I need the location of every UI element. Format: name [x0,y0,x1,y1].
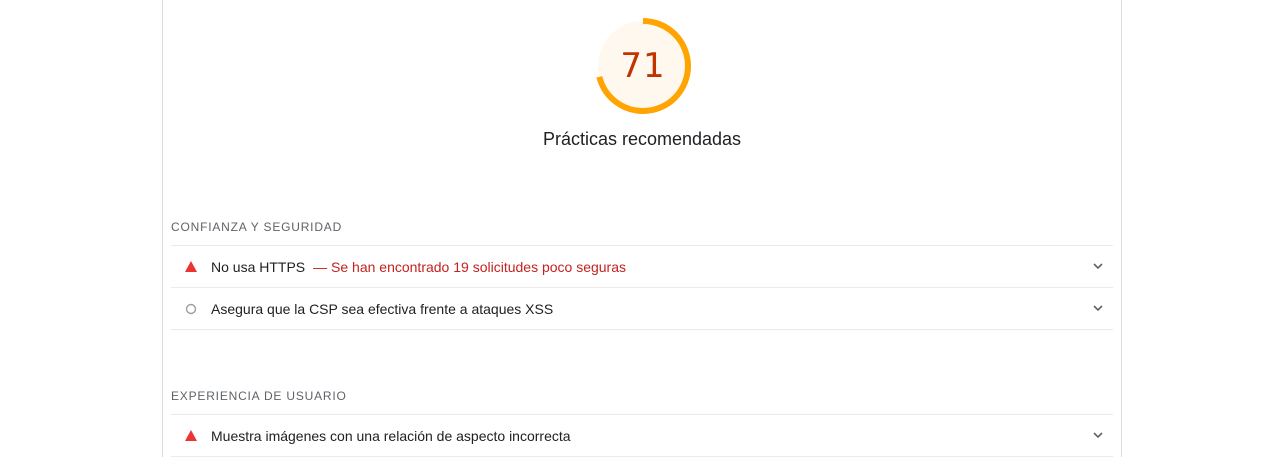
audit-list-trust-safety: No usa HTTPS — Se han encontrado 19 soli… [171,245,1113,330]
audit-display-value: — Se han encontrado 19 solicitudes poco … [313,258,627,275]
fail-triangle-icon [171,246,211,287]
best-practices-panel: 71 Prácticas recomendadas CONFIANZA Y SE… [162,0,1122,457]
informative-circle-icon [171,288,211,329]
chevron-down-icon[interactable] [1091,301,1105,315]
group-title-user-experience: EXPERIENCIA DE USUARIO [171,389,347,403]
audit-title: Asegura que la CSP sea efectiva frente a… [211,300,554,317]
category-title: Prácticas recomendadas [542,129,742,149]
chevron-down-icon[interactable] [1091,428,1105,442]
fail-triangle-icon [171,415,211,456]
score-gauge[interactable]: 71 [594,17,692,115]
group-title-trust-safety: CONFIANZA Y SEGURIDAD [171,220,343,234]
audit-item-image-aspect-ratio[interactable]: Muestra imágenes con una relación de asp… [171,415,1113,457]
audit-item-csp-xss[interactable]: Asegura que la CSP sea efectiva frente a… [171,288,1113,330]
audit-list-user-experience: Muestra imágenes con una relación de asp… [171,414,1113,457]
score-value: 71 [620,46,666,86]
audit-title: Muestra imágenes con una relación de asp… [211,427,571,444]
audit-title: No usa HTTPS [211,258,306,275]
audit-item-https[interactable]: No usa HTTPS — Se han encontrado 19 soli… [171,246,1113,288]
chevron-down-icon[interactable] [1091,259,1105,273]
